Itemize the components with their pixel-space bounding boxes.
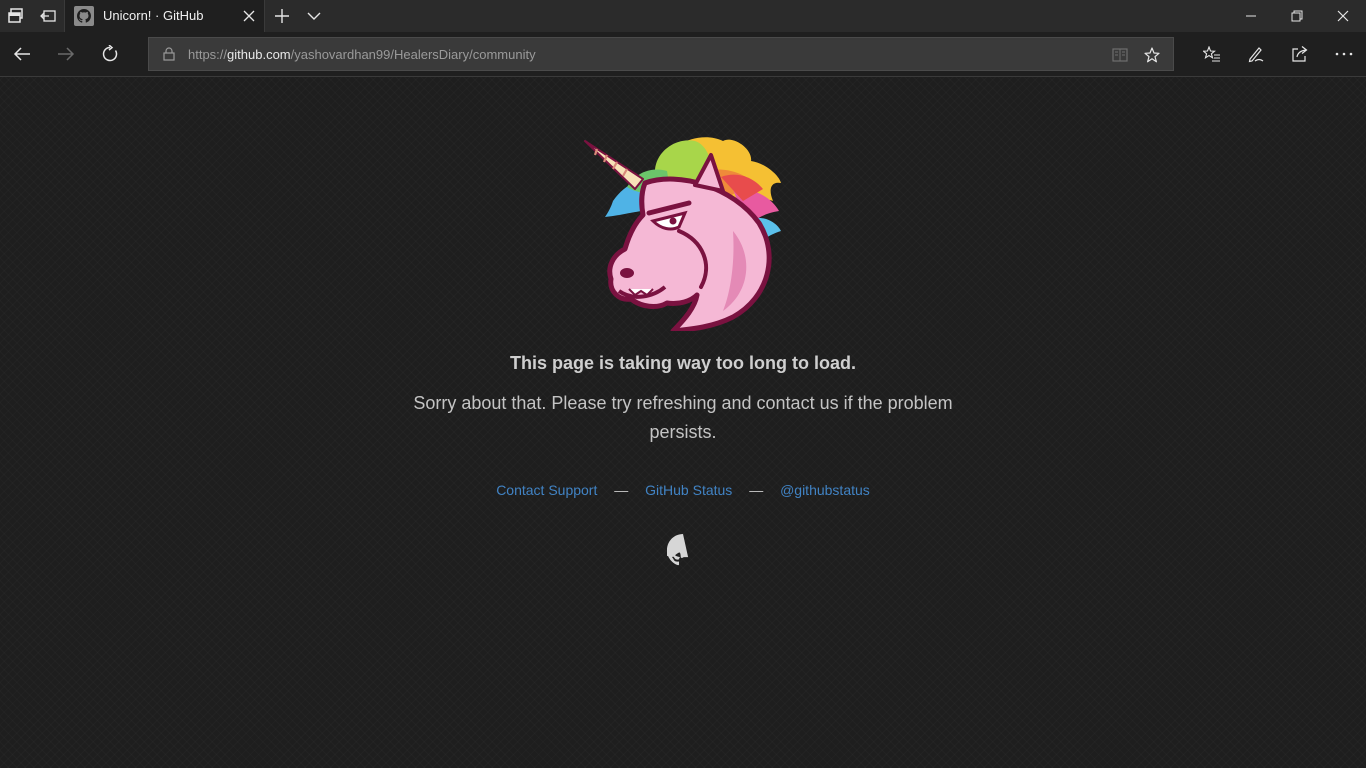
- github-status-link[interactable]: GitHub Status: [645, 482, 732, 498]
- notes-button[interactable]: [1234, 32, 1278, 76]
- address-bar[interactable]: https://github.com/yashovardhan99/Healer…: [148, 37, 1174, 71]
- minimize-icon: [1246, 15, 1256, 17]
- page-content: This page is taking way too long to load…: [0, 77, 1366, 768]
- refresh-button[interactable]: [88, 32, 132, 76]
- tab-title: Unicorn! · GitHub: [103, 8, 204, 23]
- github-logo-icon[interactable]: [667, 534, 699, 566]
- refresh-icon: [102, 45, 118, 62]
- link-separator: —: [614, 482, 629, 498]
- tab-strip: Unicorn! · GitHub: [0, 0, 1366, 32]
- more-button[interactable]: [1322, 32, 1366, 76]
- unicorn-illustration: [584, 137, 781, 331]
- restore-icon: [1291, 10, 1303, 22]
- lock-icon: [163, 47, 175, 66]
- close-button[interactable]: [1320, 0, 1366, 32]
- tab-actions-icon[interactable]: [0, 0, 32, 32]
- forward-button[interactable]: [44, 32, 88, 76]
- reading-view-icon[interactable]: [1110, 45, 1130, 65]
- url-host: github.com: [227, 47, 291, 62]
- share-button[interactable]: [1278, 32, 1322, 76]
- share-icon: [1292, 46, 1308, 62]
- githubstatus-twitter-link[interactable]: @githubstatus: [780, 482, 870, 498]
- set-aside-tabs-icon[interactable]: [32, 0, 64, 32]
- tab-close-icon[interactable]: [241, 8, 257, 24]
- favorites-hub-icon: [1203, 46, 1220, 62]
- restore-button[interactable]: [1274, 0, 1320, 32]
- url-text[interactable]: https://github.com/yashovardhan99/Healer…: [188, 47, 536, 62]
- github-favicon-icon: [74, 6, 94, 26]
- forward-arrow-icon: [58, 47, 75, 61]
- pen-icon: [1248, 47, 1264, 63]
- close-icon: [1337, 10, 1349, 22]
- favorites-hub-button[interactable]: [1190, 32, 1234, 76]
- contact-support-link[interactable]: Contact Support: [496, 482, 597, 498]
- minimize-button[interactable]: [1228, 0, 1274, 32]
- ellipsis-icon: [1335, 52, 1353, 56]
- url-path: /yashovardhan99/HealersDiary/community: [290, 47, 536, 62]
- new-tab-button[interactable]: [266, 0, 298, 32]
- help-links: Contact Support — GitHub Status — @githu…: [0, 482, 1366, 498]
- back-button[interactable]: [0, 32, 44, 76]
- error-message: Sorry about that. Please try refreshing …: [413, 393, 953, 442]
- link-separator: —: [749, 482, 764, 498]
- star-icon[interactable]: [1142, 45, 1162, 65]
- back-arrow-icon: [13, 47, 30, 61]
- navigation-bar: https://github.com/yashovardhan99/Healer…: [0, 32, 1366, 77]
- url-scheme: https://: [188, 47, 228, 62]
- active-tab[interactable]: Unicorn! · GitHub: [64, 0, 265, 32]
- error-headline: This page is taking way too long to load…: [509, 353, 857, 373]
- chevron-down-icon: [307, 12, 321, 20]
- plus-icon: [275, 9, 289, 23]
- tab-preview-button[interactable]: [298, 0, 330, 32]
